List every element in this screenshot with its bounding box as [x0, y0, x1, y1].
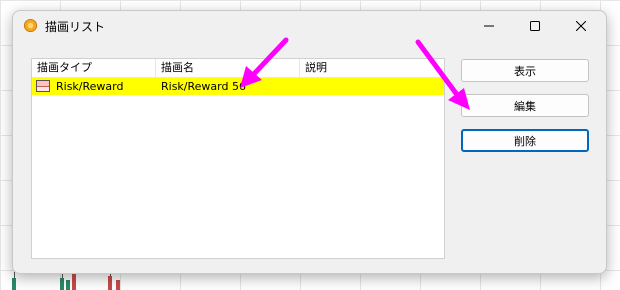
- list-item[interactable]: Risk/Reward Risk/Reward 56: [32, 78, 444, 95]
- delete-button[interactable]: 削除: [461, 129, 589, 152]
- list-header: 描画タイプ 描画名 説明: [32, 59, 444, 78]
- column-header-type[interactable]: 描画タイプ: [32, 59, 156, 77]
- candle: [72, 274, 76, 290]
- column-header-description[interactable]: 説明: [300, 59, 444, 77]
- window-title: 描画リスト: [45, 20, 106, 34]
- title-bar[interactable]: 描画リスト: [13, 11, 606, 43]
- maximize-button[interactable]: [512, 11, 558, 41]
- cell-description: [300, 78, 444, 95]
- candle: [60, 278, 64, 290]
- minimize-icon: [484, 25, 494, 27]
- show-button[interactable]: 表示: [461, 59, 589, 82]
- candle: [66, 280, 70, 290]
- candle: [12, 278, 16, 290]
- drawing-list-dialog: 描画リスト 描画タイプ 描画名 説明 Risk/Reward Risk/Rewa…: [12, 10, 607, 274]
- minimize-button[interactable]: [466, 11, 512, 41]
- candle: [108, 276, 112, 290]
- edit-button[interactable]: 編集: [461, 94, 589, 117]
- app-icon: [23, 18, 38, 33]
- cell-type: Risk/Reward: [32, 78, 156, 95]
- close-button[interactable]: [558, 11, 604, 41]
- candle: [116, 280, 120, 290]
- close-icon: [576, 21, 586, 31]
- maximize-icon: [530, 21, 540, 31]
- column-header-name[interactable]: 描画名: [156, 59, 300, 77]
- risk-reward-icon: [36, 80, 50, 92]
- cell-type-label: Risk/Reward: [56, 80, 124, 93]
- cell-name: Risk/Reward 56: [156, 78, 300, 95]
- drawing-list[interactable]: 描画タイプ 描画名 説明 Risk/Reward Risk/Reward 56: [31, 58, 445, 259]
